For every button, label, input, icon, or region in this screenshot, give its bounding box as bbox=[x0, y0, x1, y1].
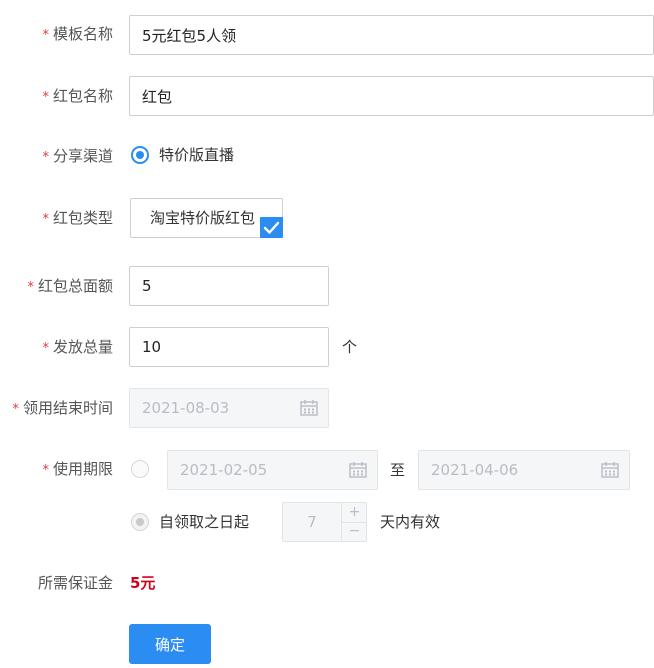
validity-start-date-value: 2021-02-05 bbox=[180, 461, 268, 479]
required-mark: * bbox=[42, 28, 49, 43]
template-name-value: 5元红包5人领 bbox=[142, 26, 237, 45]
total-amount-input[interactable]: 5 bbox=[129, 266, 329, 306]
required-mark: * bbox=[12, 402, 19, 417]
days-increment-button[interactable]: + bbox=[341, 503, 367, 523]
total-count-input[interactable]: 10 bbox=[129, 327, 329, 367]
radio-dot bbox=[136, 151, 144, 159]
days-stepper[interactable]: 7 + − bbox=[282, 502, 367, 542]
required-mark: * bbox=[42, 341, 49, 356]
required-mark: * bbox=[42, 90, 49, 105]
claim-end-time-label-text: 领用结束时间 bbox=[22, 399, 113, 417]
deposit-label: 所需保证金 bbox=[38, 573, 113, 593]
required-mark: * bbox=[42, 150, 49, 165]
total-amount-label-text: 红包总面额 bbox=[37, 277, 113, 295]
share-channel-label-text: 分享渠道 bbox=[52, 147, 113, 165]
total-amount-label: * 红包总面额 bbox=[27, 276, 113, 298]
days-decrement-button[interactable]: − bbox=[341, 522, 367, 541]
deposit-label-text: 所需保证金 bbox=[37, 574, 113, 592]
redpack-type-label: * 红包类型 bbox=[42, 208, 113, 230]
validity-relative-option[interactable]: 自领取之日起 bbox=[159, 512, 249, 532]
total-count-label: * 发放总量 bbox=[42, 337, 113, 359]
validity-end-date-value: 2021-04-06 bbox=[431, 461, 519, 479]
total-amount-value: 5 bbox=[142, 277, 152, 295]
date-range-separator: 至 bbox=[390, 461, 406, 479]
redpack-name-value: 红包 bbox=[142, 87, 173, 106]
days-suffix: 天内有效 bbox=[380, 513, 441, 531]
checkmark-icon bbox=[260, 217, 283, 238]
share-channel-radio[interactable] bbox=[131, 146, 149, 164]
required-mark: * bbox=[42, 212, 49, 227]
redpack-name-label: * 红包名称 bbox=[42, 86, 113, 108]
claim-end-time-label: * 领用结束时间 bbox=[12, 398, 113, 420]
total-count-value: 10 bbox=[142, 338, 162, 356]
validity-label-text: 使用期限 bbox=[52, 460, 113, 478]
radio-dot bbox=[136, 518, 144, 526]
total-count-label-text: 发放总量 bbox=[52, 338, 113, 356]
claim-end-date-picker[interactable]: 2021-08-03 bbox=[129, 388, 329, 428]
template-name-input[interactable]: 5元红包5人领 bbox=[129, 15, 654, 55]
validity-start-date-picker[interactable]: 2021-02-05 bbox=[167, 450, 378, 490]
validity-label: * 使用期限 bbox=[42, 459, 113, 481]
calendar-icon bbox=[300, 400, 318, 416]
submit-button[interactable]: 确定 bbox=[129, 624, 211, 664]
required-mark: * bbox=[42, 463, 49, 478]
total-count-unit: 个 bbox=[342, 338, 358, 356]
required-mark: * bbox=[27, 280, 34, 295]
calendar-icon bbox=[601, 462, 619, 478]
validity-date-range-radio[interactable] bbox=[131, 460, 149, 478]
template-name-label: * 模板名称 bbox=[42, 24, 113, 46]
claim-end-date-value: 2021-08-03 bbox=[142, 399, 230, 417]
calendar-icon bbox=[349, 462, 367, 478]
validity-end-date-picker[interactable]: 2021-04-06 bbox=[418, 450, 630, 490]
share-channel-option[interactable]: 特价版直播 bbox=[159, 145, 234, 165]
deposit-value: 5元 bbox=[130, 574, 156, 592]
template-name-label-text: 模板名称 bbox=[52, 25, 113, 43]
days-stepper-value: 7 bbox=[307, 513, 317, 531]
redpack-name-label-text: 红包名称 bbox=[52, 87, 113, 105]
redpack-type-label-text: 红包类型 bbox=[52, 209, 113, 227]
redpack-name-input[interactable]: 红包 bbox=[129, 76, 654, 116]
redpack-type-option: 淘宝特价版红包 bbox=[150, 209, 256, 227]
share-channel-label: * 分享渠道 bbox=[42, 146, 113, 168]
validity-relative-radio[interactable] bbox=[131, 513, 149, 531]
